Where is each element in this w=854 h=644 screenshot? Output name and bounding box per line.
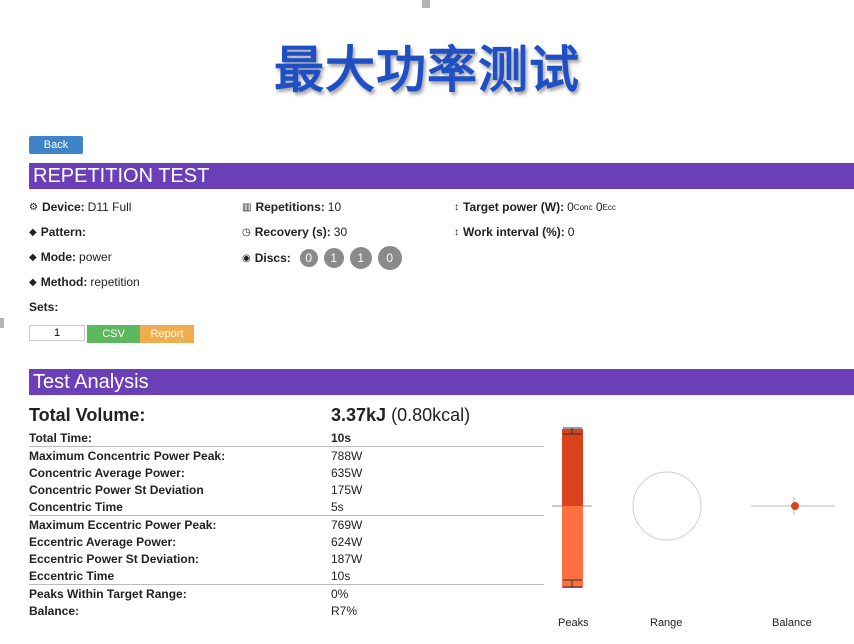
range-label: Range	[650, 617, 683, 629]
range-circle	[632, 471, 702, 541]
mini-charts	[552, 427, 835, 588]
peaks-upper-bar	[562, 429, 583, 506]
balance-label: Balance	[772, 617, 812, 629]
peaks-lower-bar	[562, 506, 583, 588]
peaks-label: Peaks	[558, 617, 589, 629]
balance-dot	[791, 502, 799, 510]
